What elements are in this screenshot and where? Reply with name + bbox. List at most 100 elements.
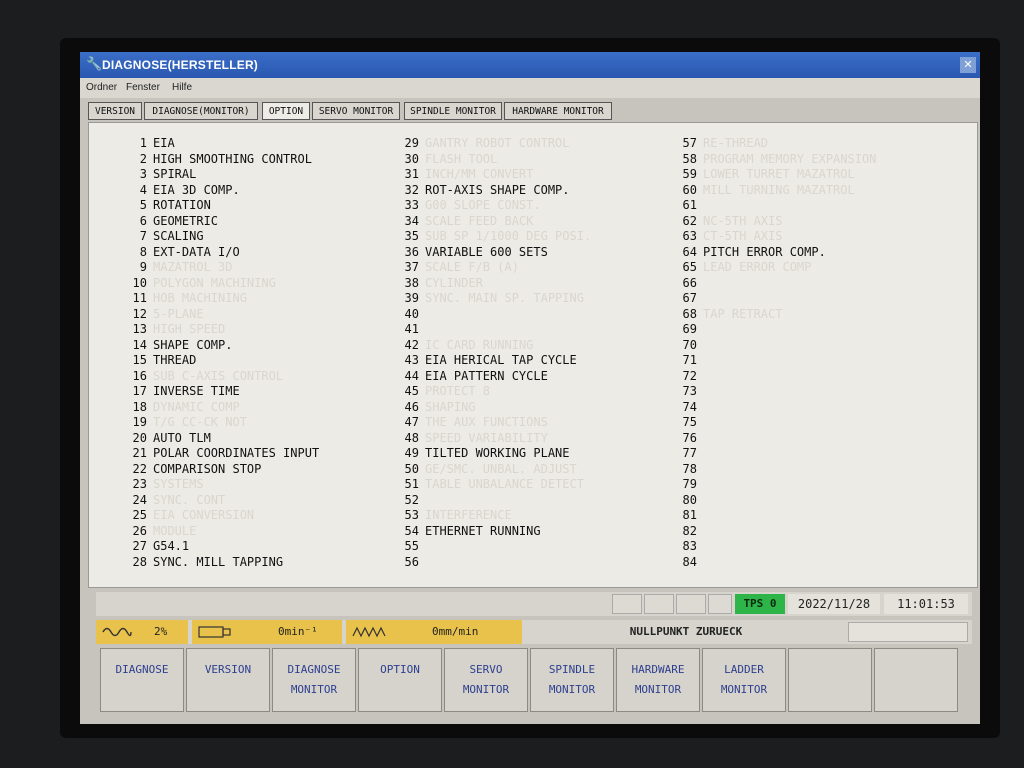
option-row: 76 xyxy=(659,430,703,446)
option-number: 68 xyxy=(682,306,697,321)
option-row: 36 VARIABLE 600 SETS xyxy=(381,244,548,260)
option-number: 35 xyxy=(404,229,419,243)
option-number: 10 xyxy=(132,275,147,290)
option-number: 45 xyxy=(404,384,419,398)
tab-option[interactable]: OPTION xyxy=(262,102,310,120)
option-row: 22 COMPARISON STOP xyxy=(109,461,262,477)
option-row: 46 SHAPING xyxy=(381,399,476,415)
zigzag-icon xyxy=(352,626,386,638)
option-label: SYNC. MAIN SP. TAPPING xyxy=(425,291,584,305)
softkey-5[interactable]: SERVO MONITOR xyxy=(444,648,528,712)
softkey-7[interactable]: HARDWARE MONITOR xyxy=(616,648,700,712)
option-number: 40 xyxy=(404,306,419,321)
option-number: 55 xyxy=(404,539,419,553)
option-number: 9 xyxy=(139,260,147,274)
softkey-1[interactable]: DIAGNOSE xyxy=(100,648,184,712)
tab-servo-monitor[interactable]: SERVO MONITOR xyxy=(312,102,400,120)
option-number: 20 xyxy=(132,430,147,445)
option-row: 79 xyxy=(659,476,703,492)
option-row: 62 NC-5TH AXIS xyxy=(659,213,783,229)
option-row: 8 EXT-DATA I/O xyxy=(109,244,240,260)
option-row: 60 MILL TURNING MAZATROL xyxy=(659,182,855,198)
option-row: 83 xyxy=(659,538,703,554)
softkey-4[interactable]: OPTION xyxy=(358,648,442,712)
option-label: HIGH SMOOTHING CONTROL xyxy=(153,151,312,166)
option-label: SCALING xyxy=(153,229,204,243)
tab-version[interactable]: VERSION xyxy=(88,102,142,120)
option-label: VARIABLE 600 SETS xyxy=(425,244,548,259)
option-number: 71 xyxy=(682,353,697,367)
option-list-panel: 1 EIA 2 HIGH SMOOTHING CONTROL 3 SPIRAL 4 EIA 3… xyxy=(88,122,978,588)
option-number: 76 xyxy=(682,430,697,445)
option-number: 12 xyxy=(132,306,147,321)
option-row: 6 GEOMETRIC xyxy=(109,213,218,229)
option-number: 46 xyxy=(404,399,419,414)
date-display: 2022/11/28 xyxy=(788,594,880,614)
status-slot xyxy=(612,594,642,614)
spindle-icon xyxy=(198,626,231,638)
option-label: LOWER TURRET MAZATROL xyxy=(703,167,855,181)
tab-spindle-monitor[interactable]: SPINDLE MONITOR xyxy=(404,102,502,120)
option-number: 53 xyxy=(404,508,419,522)
option-number: 22 xyxy=(132,461,147,476)
option-row: 65 LEAD ERROR COMP xyxy=(659,259,812,275)
option-row: 81 xyxy=(659,507,703,523)
option-row: 40 xyxy=(381,306,425,322)
option-row: 66 xyxy=(659,275,703,291)
tab-diagnose-monitor[interactable]: DIAGNOSE(MONITOR) xyxy=(144,102,258,120)
menu-ordner[interactable]: Ordner xyxy=(86,82,117,93)
option-label: HIGH SPEED xyxy=(153,322,226,336)
option-label: THREAD xyxy=(153,353,197,367)
wrench-icon: 🔧 xyxy=(86,57,103,72)
softkey-6[interactable]: SPINDLE MONITOR xyxy=(530,648,614,712)
option-row: 68 TAP RETRACT xyxy=(659,306,783,322)
option-number: 37 xyxy=(404,260,419,274)
menu-fenster[interactable]: Fenster xyxy=(126,82,160,93)
menu-hilfe[interactable]: Hilfe xyxy=(172,82,192,93)
softkey-3[interactable]: DIAGNOSE MONITOR xyxy=(272,648,356,712)
option-row: 49 TILTED WORKING PLANE xyxy=(381,445,570,461)
option-label: CYLINDER xyxy=(425,275,483,290)
close-icon[interactable]: ✕ xyxy=(960,57,976,73)
option-number: 16 xyxy=(132,368,147,383)
option-number: 74 xyxy=(682,399,697,414)
spindle-speed-box: 0min⁻¹ xyxy=(192,620,342,644)
option-number: 67 xyxy=(682,291,697,305)
softkey-9[interactable] xyxy=(788,648,872,712)
softkey-label: VERSION xyxy=(204,663,252,676)
option-number: 77 xyxy=(682,446,697,460)
option-number: 64 xyxy=(682,244,697,259)
softkey-2[interactable]: VERSION xyxy=(186,648,270,712)
option-number: 65 xyxy=(682,260,697,274)
menu-bar: Ordner Fenster Hilfe xyxy=(80,78,980,98)
option-row: 52 xyxy=(381,492,425,508)
option-number: 32 xyxy=(404,182,419,197)
spindle-speed-value: 0min⁻¹ xyxy=(278,625,318,638)
option-label: MILL TURNING MAZATROL xyxy=(703,182,855,197)
option-label: DYNAMIC COMP xyxy=(153,399,240,414)
option-row: 74 xyxy=(659,399,703,415)
option-number: 18 xyxy=(132,399,147,414)
option-row: 28 SYNC. MILL TAPPING xyxy=(109,554,284,570)
tab-hardware-monitor[interactable]: HARDWARE MONITOR xyxy=(504,102,612,120)
option-number: 51 xyxy=(404,477,419,491)
option-label: IC CARD RUNNING xyxy=(425,337,534,352)
option-number: 15 xyxy=(132,353,147,367)
option-number: 63 xyxy=(682,229,697,243)
option-label: POLAR COORDINATES INPUT xyxy=(153,446,320,460)
softkey-8[interactable]: LADDER MONITOR xyxy=(702,648,786,712)
option-row: 48 SPEED VARIABILITY xyxy=(381,430,548,446)
option-row: 41 xyxy=(381,321,425,337)
option-label: TILTED WORKING PLANE xyxy=(425,446,570,460)
option-label: FLASH TOOL xyxy=(425,151,498,166)
option-number: 50 xyxy=(404,461,419,476)
option-row: 34 SCALE FEED BACK xyxy=(381,213,534,229)
softkey-10[interactable] xyxy=(874,648,958,712)
option-number: 4 xyxy=(139,182,147,197)
option-number: 73 xyxy=(682,384,697,398)
option-label: RE-THREAD xyxy=(703,136,769,150)
option-number: 26 xyxy=(132,523,147,538)
softkey-label: DIAGNOSE xyxy=(115,663,169,676)
option-number: 25 xyxy=(132,508,147,522)
option-number: 34 xyxy=(404,213,419,228)
